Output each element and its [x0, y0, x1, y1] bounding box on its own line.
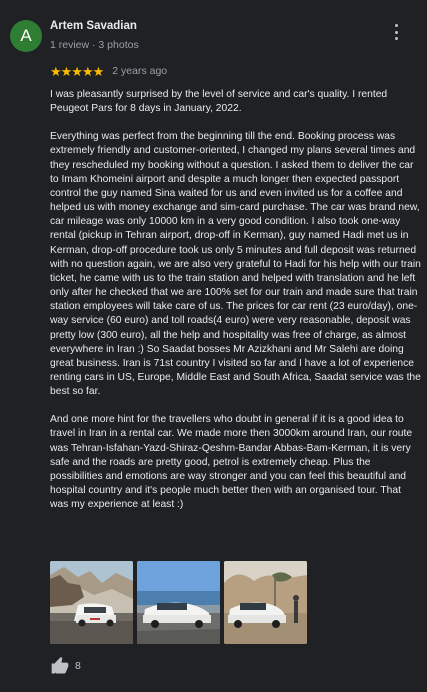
review-card: A Artem Savadian 1 review · 3 photos ★★★… [0, 0, 427, 692]
author-name[interactable]: Artem Savadian [50, 20, 137, 32]
review-header: A Artem Savadian 1 review · 3 photos [10, 20, 417, 56]
photo-car-seaside[interactable] [137, 561, 220, 644]
star-rating: ★★★★★ [50, 63, 104, 79]
review-paragraph: I was pleasantly surprised by the level … [50, 89, 388, 115]
photo-car-desert[interactable] [224, 561, 307, 644]
photo-car-canyon[interactable] [50, 561, 133, 644]
review-photos [50, 561, 307, 644]
review-text: I was pleasantly surprised by the level … [50, 88, 422, 526]
author-meta: 1 review · 3 photos [50, 39, 139, 51]
review-paragraph: And one more hint for the travellers who… [50, 414, 413, 511]
review-paragraph: Everything was perfect from the beginnin… [50, 131, 421, 398]
more-options-icon[interactable] [389, 24, 403, 40]
review-actions: 8 [50, 656, 81, 676]
like-count: 8 [75, 660, 81, 672]
rating-row: ★★★★★ 2 years ago [50, 64, 167, 78]
thumbs-up-icon[interactable] [50, 656, 70, 676]
review-date: 2 years ago [112, 65, 168, 77]
avatar[interactable]: A [10, 20, 42, 52]
star-icon: ★★★★★ [50, 63, 104, 79]
